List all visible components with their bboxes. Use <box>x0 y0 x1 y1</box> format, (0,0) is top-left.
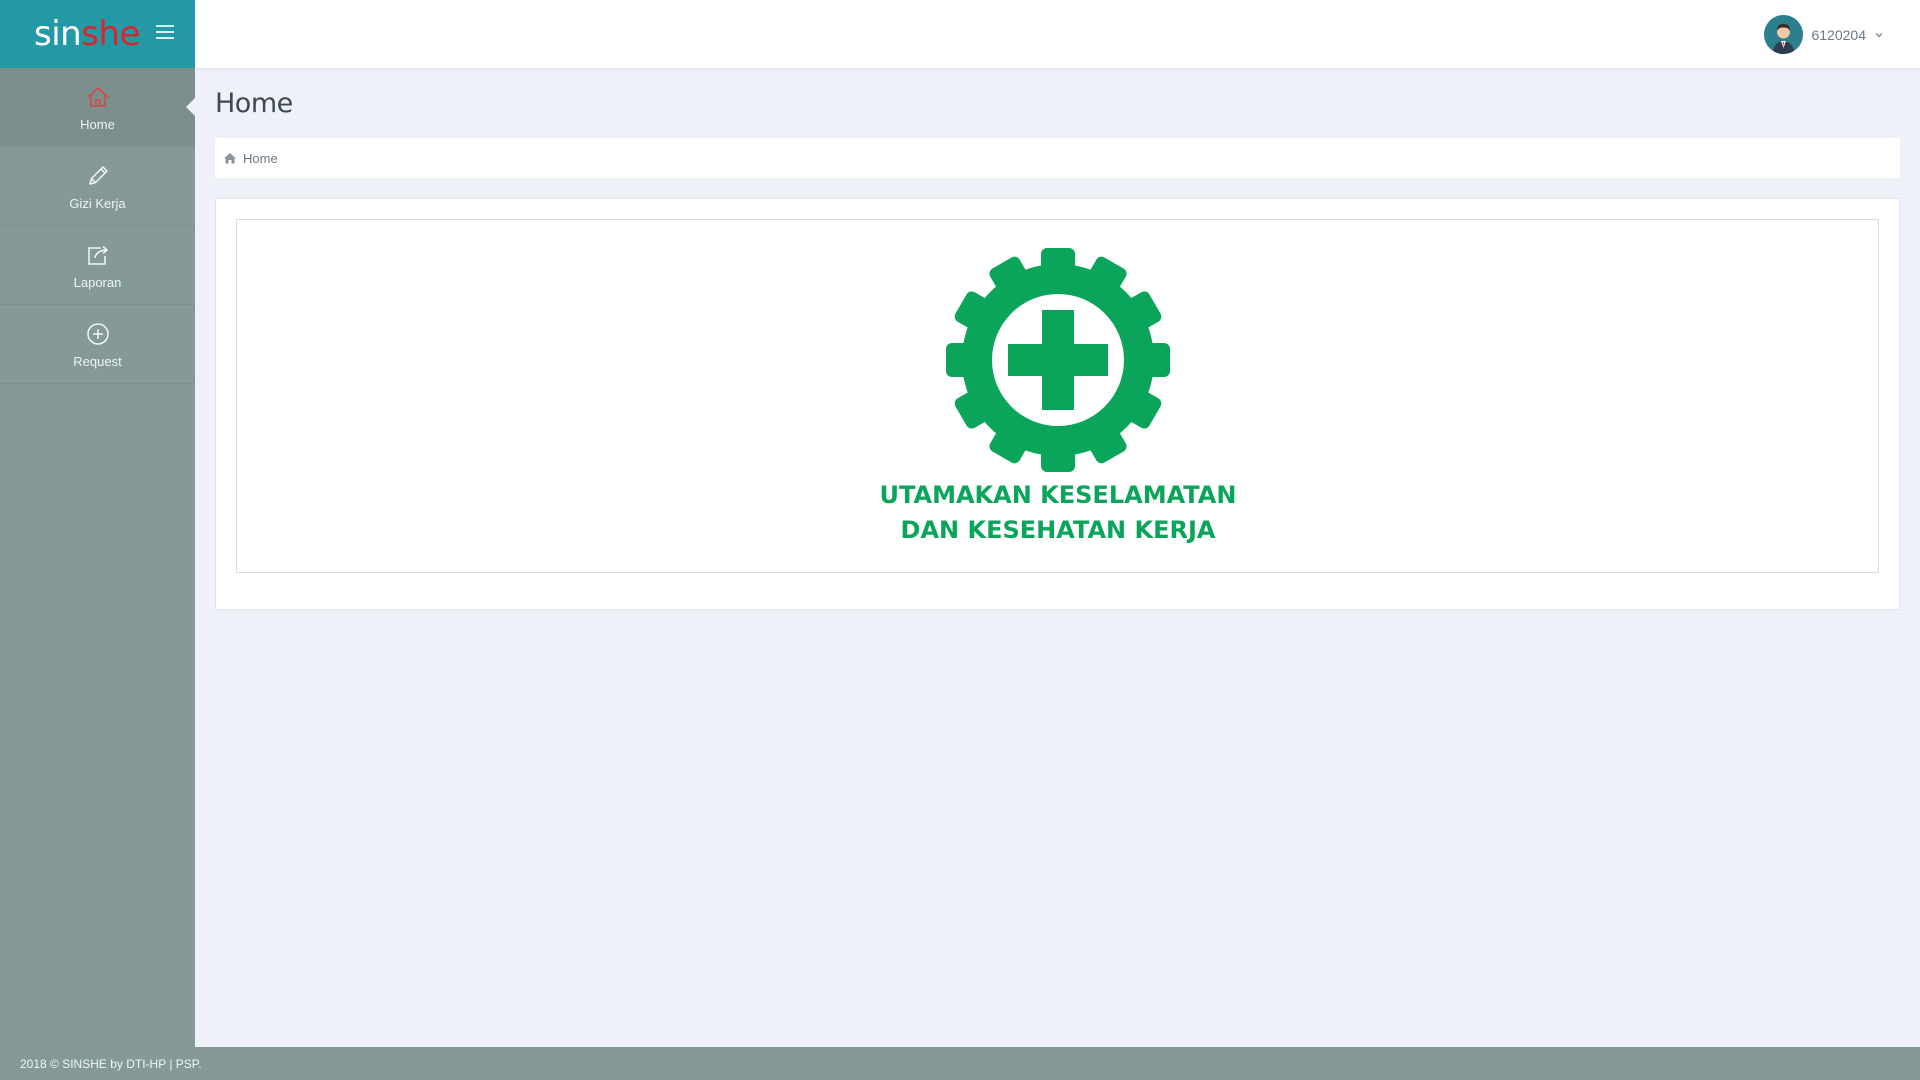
sidebar-item-gizi-kerja[interactable]: Gizi Kerja <box>0 147 195 226</box>
breadcrumb: Home <box>215 138 1900 178</box>
avatar <box>1764 15 1804 54</box>
active-indicator <box>186 98 195 116</box>
username: 6120204 <box>1811 26 1866 43</box>
sidebar-item-label: Laporan <box>73 274 122 290</box>
logo-container: UTAMAKAN KESELAMATAN DAN KESEHATAN KERJA <box>236 219 1879 573</box>
hamburger-menu-icon[interactable] <box>156 25 174 39</box>
k3-safety-logo: UTAMAKAN KESELAMATAN DAN KESEHATAN KERJA <box>879 248 1236 544</box>
sidebar-item-label: Gizi Kerja <box>69 195 126 211</box>
breadcrumb-item-home[interactable]: Home <box>243 151 278 166</box>
share-icon <box>87 245 108 265</box>
sidebar-item-label: Request <box>73 353 122 369</box>
user-menu[interactable]: 6120204 <box>1764 15 1884 54</box>
footer-text: 2018 © SINSHE by DTI-HP | PSP. <box>20 1056 202 1071</box>
gear-cross-icon <box>945 248 1170 472</box>
home-icon <box>86 86 109 107</box>
sidebar-item-home[interactable]: Home <box>0 68 195 147</box>
brand-logo[interactable]: sinshe <box>34 17 140 51</box>
brand-logo-part2: she <box>81 14 140 54</box>
footer: 2018 © SINSHE by DTI-HP | PSP. <box>0 1047 1920 1080</box>
page-title: Home <box>215 88 293 119</box>
sidebar-item-request[interactable]: Request <box>0 305 195 384</box>
home-icon <box>224 153 236 164</box>
sidebar-item-laporan[interactable]: Laporan <box>0 226 195 305</box>
brand-logo-part1: sin <box>34 14 82 54</box>
logo-text-line1: UTAMAKAN KESELAMATAN <box>879 481 1236 509</box>
sidebar-item-label: Home <box>80 116 115 132</box>
logo-text-line2: DAN KESEHATAN KERJA <box>900 516 1215 544</box>
plus-circle-icon <box>86 322 109 345</box>
content-panel: UTAMAKAN KESELAMATAN DAN KESEHATAN KERJA <box>215 198 1900 610</box>
chevron-down-icon <box>1875 32 1883 37</box>
pencil-icon <box>88 165 108 185</box>
sidebar: Home Gizi Kerja Laporan Request <box>0 68 195 1047</box>
top-header: 6120204 <box>195 0 1920 68</box>
brand-block: sinshe <box>0 0 195 68</box>
